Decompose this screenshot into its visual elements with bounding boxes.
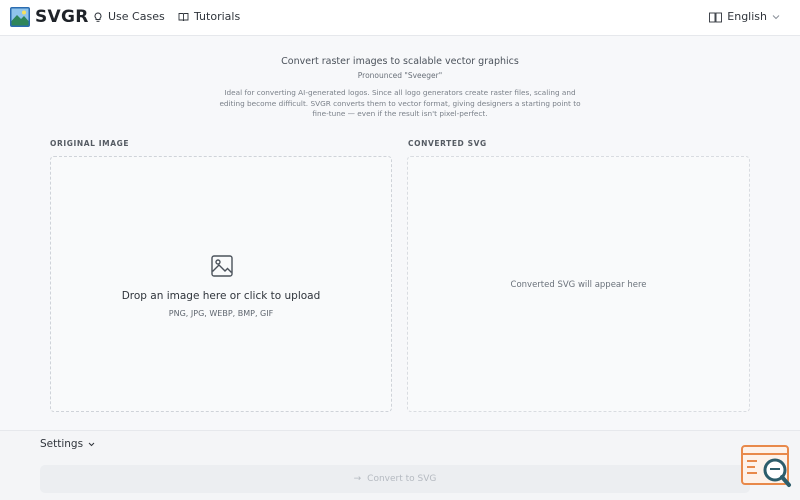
image-icon (211, 255, 233, 277)
svg-output-area: Converted SVG will appear here (407, 156, 750, 412)
book-icon (709, 12, 723, 22)
convert-button-label: Convert to SVG (367, 474, 437, 484)
language-label: English (727, 10, 767, 23)
nav-use-cases[interactable]: Use Cases (93, 10, 165, 24)
dropzone-instructions: Drop an image here or click to upload (121, 290, 321, 302)
page-subtitle: Convert raster images to scalable vector… (281, 56, 519, 67)
convert-button[interactable]: → Convert to SVG (40, 465, 750, 493)
bottom-bar: Settings → Convert to SVG (0, 430, 800, 500)
lightbulb-icon (94, 11, 102, 22)
nav-tutorials-label: Tutorials (194, 10, 241, 23)
pronunciation-note: Pronounced "Sveeger" (357, 71, 443, 80)
settings-toggle[interactable]: Settings (40, 438, 95, 450)
logo-icon[interactable] (10, 7, 30, 27)
description-text: Ideal for converting AI-generated logos.… (219, 88, 581, 118)
chevron-down-icon (88, 442, 95, 446)
settings-label: Settings (40, 438, 84, 450)
brand-name[interactable]: SVGR (35, 7, 89, 27)
search-widget-icon[interactable] (741, 444, 793, 490)
chevron-down-icon (772, 15, 780, 20)
original-image-label: ORIGINAL IMAGE (50, 139, 130, 148)
top-header: SVGR Use Cases Tutorials English (0, 0, 800, 36)
image-dropzone[interactable]: Drop an image here or click to upload PN… (50, 156, 392, 412)
language-selector[interactable]: English (709, 10, 780, 24)
arrow-right-icon: → (353, 474, 362, 484)
supported-formats: PNG, JPG, WEBP, BMP, GIF (168, 309, 274, 318)
book-icon (178, 13, 189, 22)
nav-tutorials[interactable]: Tutorials (178, 10, 240, 24)
nav-use-cases-label: Use Cases (108, 10, 165, 23)
converted-svg-label: CONVERTED SVG (408, 139, 487, 148)
output-placeholder: Converted SVG will appear here (510, 280, 647, 290)
